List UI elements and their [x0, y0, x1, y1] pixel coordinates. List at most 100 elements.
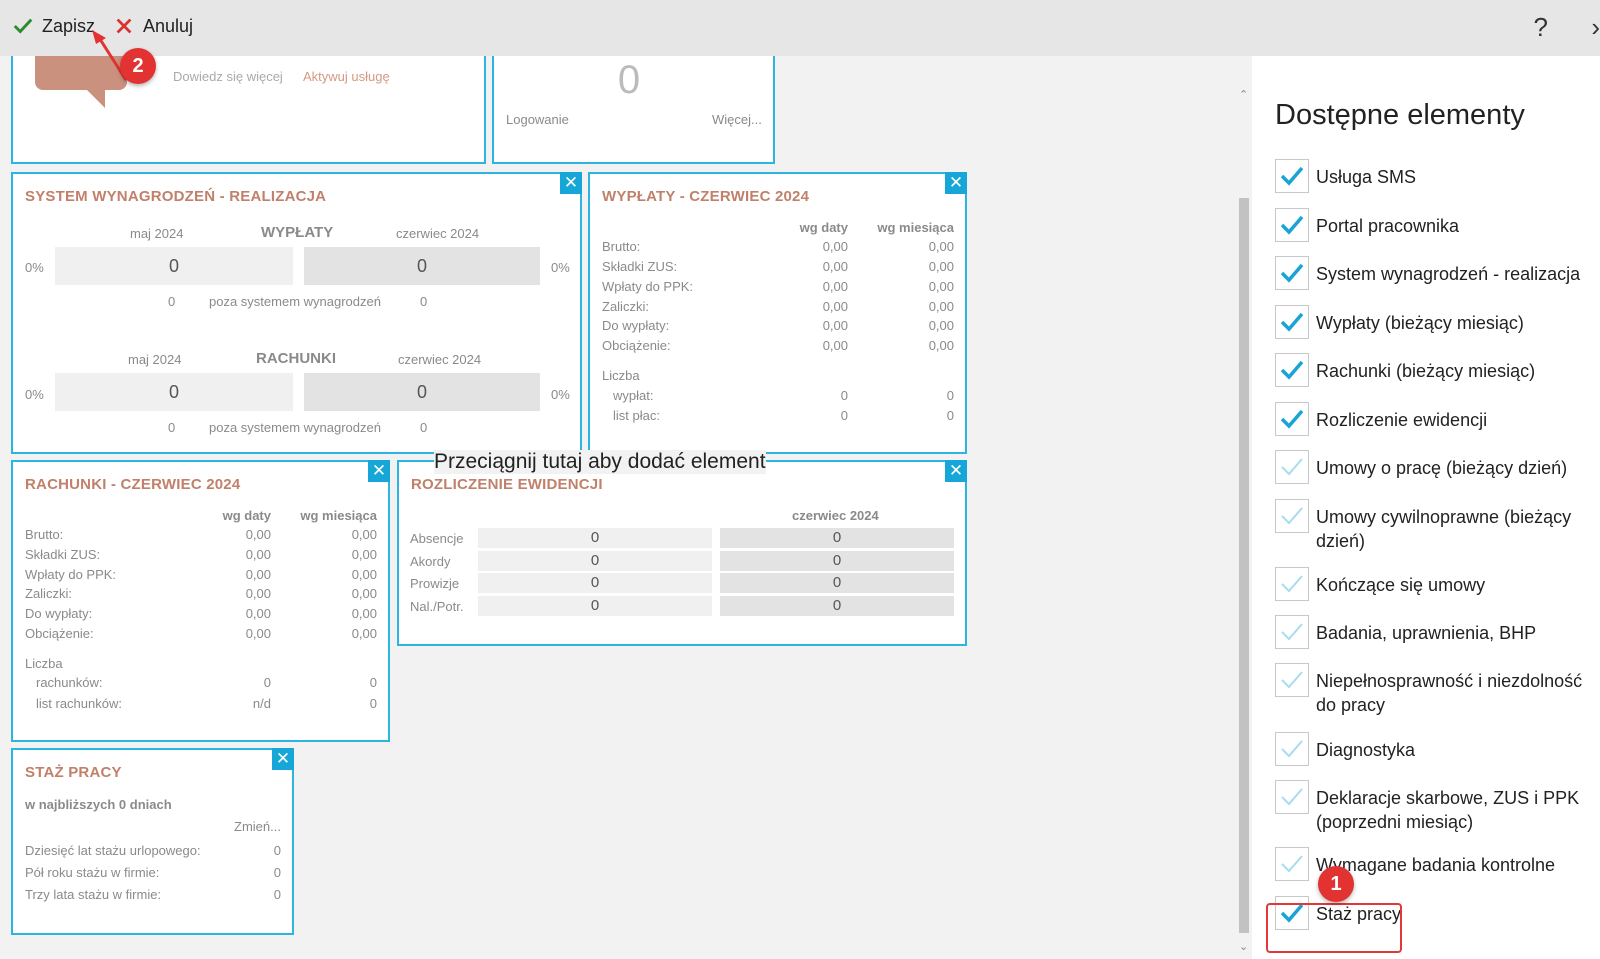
- change-link[interactable]: Zmień...: [234, 819, 281, 834]
- checkmark-icon: [1280, 360, 1304, 380]
- sidebar-title: Dostępne elementy: [1275, 99, 1525, 131]
- row-label: Brutto:: [602, 239, 641, 254]
- panel-title: STAŻ PRACY: [25, 764, 122, 781]
- close-panel-icon[interactable]: ✕: [945, 172, 967, 194]
- row-right-value: 0: [720, 528, 954, 548]
- wyplaty-right-month: czerwiec 2024: [396, 226, 480, 241]
- dashboard-canvas: Dowiedz się więcej Aktywuj usługę 0 Logo…: [0, 56, 1236, 959]
- checked-checkbox[interactable]: [1275, 159, 1309, 193]
- row-month-value: 0,00: [928, 259, 954, 274]
- unchecked-checkbox[interactable]: [1275, 663, 1309, 697]
- wyplaty-outside-label: poza systemem wynagrodzeń: [209, 294, 381, 309]
- scroll-thumb[interactable]: [1239, 198, 1249, 933]
- unchecked-checkbox[interactable]: [1275, 847, 1309, 881]
- row-label: Do wypłaty:: [602, 318, 670, 333]
- row-label: Do wypłaty:: [25, 606, 93, 621]
- row-left-value: 0: [478, 596, 712, 616]
- row-label: Wpłaty do PPK:: [25, 567, 117, 582]
- rachunki-left-outside: 0: [168, 420, 176, 435]
- save-button[interactable]: Zapisz: [12, 15, 95, 37]
- sidebar-item[interactable]: Umowy cywilnoprawne (bieżący dzień): [1275, 499, 1591, 553]
- system-wynagrodzen-panel: ✕ SYSTEM WYNAGRODZEŃ - REALIZACJA maj 20…: [11, 172, 582, 454]
- count-month-value: 0: [946, 408, 954, 423]
- sidebar-item[interactable]: Badania, uprawnienia, BHP: [1275, 615, 1591, 649]
- row-date-value: 0,00: [245, 547, 271, 562]
- count-label: list płac:: [613, 408, 660, 423]
- row-label: Obciążenie:: [602, 338, 671, 353]
- sidebar-item[interactable]: Kończące się umowy: [1275, 567, 1591, 601]
- checked-checkbox[interactable]: [1275, 256, 1309, 290]
- step-1-badge: 1: [1318, 866, 1354, 902]
- row-label: Zaliczki:: [25, 586, 72, 601]
- row-date-value: 0,00: [245, 626, 271, 641]
- wyplaty-right-value: 0: [304, 247, 540, 285]
- row-month-value: 0,00: [351, 567, 377, 582]
- close-panel-icon[interactable]: ✕: [945, 460, 967, 482]
- portal-more-link[interactable]: Więcej...: [712, 112, 762, 127]
- wyplaty-left-pct: 0%: [25, 260, 44, 275]
- row-value: 0: [273, 887, 281, 902]
- row-date-value: 0,00: [822, 279, 848, 294]
- scroll-down-icon[interactable]: ⌄: [1239, 940, 1248, 953]
- sidebar-item[interactable]: System wynagrodzeń - realizacja: [1275, 256, 1591, 290]
- unchecked-checkbox[interactable]: [1275, 780, 1309, 814]
- count-date-value: 0: [263, 675, 271, 690]
- unchecked-checkbox[interactable]: [1275, 499, 1309, 533]
- checked-checkbox[interactable]: [1275, 208, 1309, 242]
- canvas-scrollbar[interactable]: ⌃ ⌄: [1236, 88, 1252, 959]
- col-by-month-header: wg miesiąca: [877, 220, 954, 235]
- unchecked-checkbox[interactable]: [1275, 615, 1309, 649]
- sidebar-item[interactable]: Rachunki (bieżący miesiąc): [1275, 353, 1591, 387]
- row-label: Składki ZUS:: [25, 547, 101, 562]
- row-date-value: 0,00: [822, 299, 848, 314]
- sidebar-item-label: Rachunki (bieżący miesiąc): [1316, 361, 1536, 381]
- sidebar-item[interactable]: Rozliczenie ewidencji: [1275, 402, 1591, 436]
- unchecked-checkbox[interactable]: [1275, 450, 1309, 484]
- next-arrow-button[interactable]: ›: [1591, 12, 1600, 43]
- row-month-value: 0,00: [928, 338, 954, 353]
- close-panel-icon[interactable]: ✕: [560, 172, 582, 194]
- row-label: Brutto:: [25, 527, 64, 542]
- close-panel-icon[interactable]: ✕: [272, 748, 294, 770]
- checked-checkbox[interactable]: [1275, 305, 1309, 339]
- checkmark-icon: [1281, 788, 1303, 806]
- checkmark-icon: [1280, 409, 1304, 429]
- toolbar: Zapisz Anuluj ? ›: [0, 0, 1600, 56]
- sidebar-item[interactable]: Umowy o pracę (bieżący dzień): [1275, 450, 1591, 484]
- unchecked-checkbox[interactable]: [1275, 732, 1309, 766]
- checked-checkbox[interactable]: [1275, 402, 1309, 436]
- sidebar-item-label: Wymagane badania kontrolne: [1316, 855, 1555, 875]
- row-label: Absencje: [410, 531, 464, 546]
- panel-title: SYSTEM WYNAGRODZEŃ - REALIZACJA: [25, 188, 327, 205]
- rachunki-right-value: 0: [304, 373, 540, 411]
- row-value: 0: [273, 865, 281, 880]
- activate-service-link[interactable]: Aktywuj usługę: [303, 69, 390, 84]
- rachunki-right-month: czerwiec 2024: [398, 352, 482, 367]
- sidebar-item[interactable]: Portal pracownika: [1275, 208, 1591, 242]
- col-by-month-header: wg miesiąca: [300, 508, 377, 523]
- sidebar-item[interactable]: Diagnostyka: [1275, 732, 1591, 766]
- sidebar-item[interactable]: Usługa SMS: [1275, 159, 1591, 193]
- help-button[interactable]: ?: [1534, 12, 1548, 43]
- sidebar-item[interactable]: Niepełnosprawność i niezdolność do pracy: [1275, 663, 1591, 717]
- close-panel-icon[interactable]: ✕: [368, 460, 390, 482]
- sidebar-item-label: Badania, uprawnienia, BHP: [1316, 623, 1537, 643]
- row-label: Pół roku stażu w firmie:: [25, 865, 160, 880]
- panel-title: RACHUNKI - CZERWIEC 2024: [25, 476, 241, 493]
- row-date-value: 0,00: [822, 259, 848, 274]
- checked-checkbox[interactable]: [1275, 353, 1309, 387]
- sidebar-item[interactable]: Deklaracje skarbowe, ZUS i PPK (poprzedn…: [1275, 780, 1591, 834]
- learn-more-text: Dowiedz się więcej: [173, 69, 283, 84]
- rachunki-left-value: 0: [55, 373, 293, 411]
- row-date-value: 0,00: [245, 586, 271, 601]
- count-label: list rachunków:: [36, 696, 122, 711]
- row-label: Prowizje: [410, 576, 460, 591]
- unchecked-checkbox[interactable]: [1275, 567, 1309, 601]
- drop-zone-label[interactable]: Przeciągnij tutaj aby dodać element: [434, 450, 766, 474]
- scroll-up-icon[interactable]: ⌃: [1239, 88, 1248, 101]
- checkmark-icon: [1281, 740, 1303, 758]
- row-month-value: 0,00: [928, 279, 954, 294]
- wyplaty-panel: ✕ WYPŁATY - CZERWIEC 2024 wg daty wg mie…: [588, 172, 967, 454]
- checkmark-icon: [1281, 623, 1303, 641]
- sidebar-item[interactable]: Wypłaty (bieżący miesiąc): [1275, 305, 1591, 339]
